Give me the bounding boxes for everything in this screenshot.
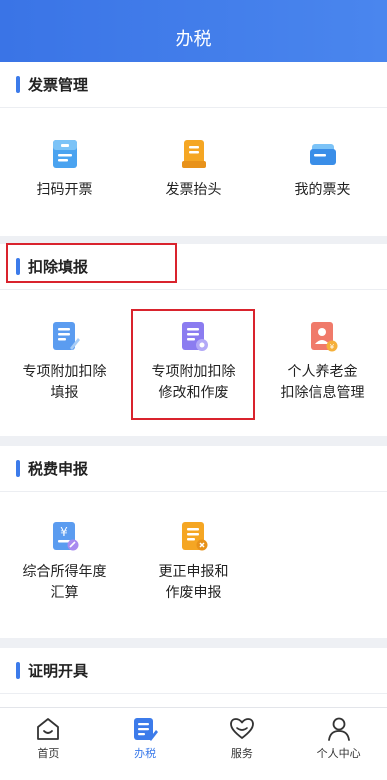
deduction-modify-button[interactable]: 专项附加扣除 修改和作废	[129, 320, 258, 404]
pension-label-line1: 个人养老金	[287, 364, 358, 380]
tax-icon	[131, 716, 159, 742]
invoice-title-icon	[179, 138, 209, 170]
correction-declare-label-line2: 作废申报	[165, 585, 222, 601]
deduction-fill-label-line1: 专项附加扣除	[22, 364, 107, 380]
correction-declare-label-line1: 更正申报和	[158, 564, 229, 580]
ticket-folder-icon	[308, 138, 338, 170]
deduction-fill-button[interactable]: 专项附加扣除 填报	[0, 320, 129, 404]
svg-text:¥: ¥	[60, 525, 68, 539]
pension-icon: ¥	[308, 320, 338, 352]
svg-text:¥: ¥	[329, 343, 334, 351]
pension-label-line2: 扣除信息管理	[280, 385, 365, 401]
deduction-modify-label-line2: 修改和作废	[158, 385, 229, 401]
annual-settlement-label-line2: 汇算	[50, 585, 79, 601]
ticket-folder-button[interactable]: 我的票夹	[258, 138, 387, 201]
section-accent-bar	[16, 662, 20, 679]
section-certificate-issue: 证明开具	[0, 648, 387, 707]
section-title: 证明开具	[28, 662, 89, 680]
correction-declare-button[interactable]: 更正申报和 作废申报	[129, 520, 258, 604]
tab-service-label: 服务	[230, 747, 253, 760]
annual-settlement-button[interactable]: ¥ 综合所得年度 汇算	[0, 520, 129, 604]
section-title: 扣除填报	[28, 258, 89, 276]
deduction-fill-icon	[50, 320, 80, 352]
section-invoice-management: 发票管理 扫码开票 发票抬头 我的票夹	[0, 62, 387, 236]
section-title: 发票管理	[28, 76, 89, 94]
home-icon	[34, 716, 62, 742]
section-header: 发票管理	[0, 62, 387, 108]
section-header: 证明开具	[0, 648, 387, 694]
annual-settlement-icon: ¥	[50, 520, 80, 552]
tab-home-label: 首页	[37, 747, 60, 760]
tab-profile[interactable]: 个人中心	[290, 708, 387, 780]
section-header: 税费申报	[0, 446, 387, 492]
section-header: 扣除填报	[0, 244, 387, 290]
annual-settlement-label-line1: 综合所得年度	[22, 564, 107, 580]
deduction-modify-icon	[179, 320, 209, 352]
tab-tax[interactable]: 办税	[97, 708, 194, 780]
tab-service[interactable]: 服务	[194, 708, 291, 780]
scan-invoice-label: 扫码开票	[36, 182, 93, 198]
ticket-folder-label: 我的票夹	[294, 182, 351, 198]
deduction-fill-label-line2: 填报	[50, 385, 79, 401]
bottom-tab-bar: 首页 办税 服务 个人中心	[0, 707, 387, 780]
invoice-title-button[interactable]: 发票抬头	[129, 138, 258, 201]
correction-declare-icon	[179, 520, 209, 552]
page-title: 办税	[175, 29, 212, 50]
profile-icon	[325, 716, 353, 742]
scan-invoice-button[interactable]: 扫码开票	[0, 138, 129, 201]
scan-invoice-icon	[50, 138, 80, 170]
pension-management-button[interactable]: ¥ 个人养老金 扣除信息管理	[258, 320, 387, 404]
tab-profile-label: 个人中心	[316, 747, 361, 760]
deduction-modify-label-line1: 专项附加扣除	[151, 364, 236, 380]
app-header: 办税	[0, 0, 387, 62]
service-icon	[228, 716, 256, 742]
section-title: 税费申报	[28, 460, 89, 478]
invoice-title-label: 发票抬头	[165, 182, 222, 198]
section-accent-bar	[16, 258, 20, 275]
section-deduction-filing: 扣除填报 专项附加扣除 填报 专项附加扣除 修改和作废 ¥ 个人养老金 扣除信息…	[0, 244, 387, 436]
tab-home[interactable]: 首页	[0, 708, 97, 780]
tab-tax-label: 办税	[134, 747, 157, 760]
section-accent-bar	[16, 460, 20, 477]
section-tax-declaration: 税费申报 ¥ 综合所得年度 汇算 更正申报和 作废申报	[0, 446, 387, 638]
section-accent-bar	[16, 76, 20, 93]
